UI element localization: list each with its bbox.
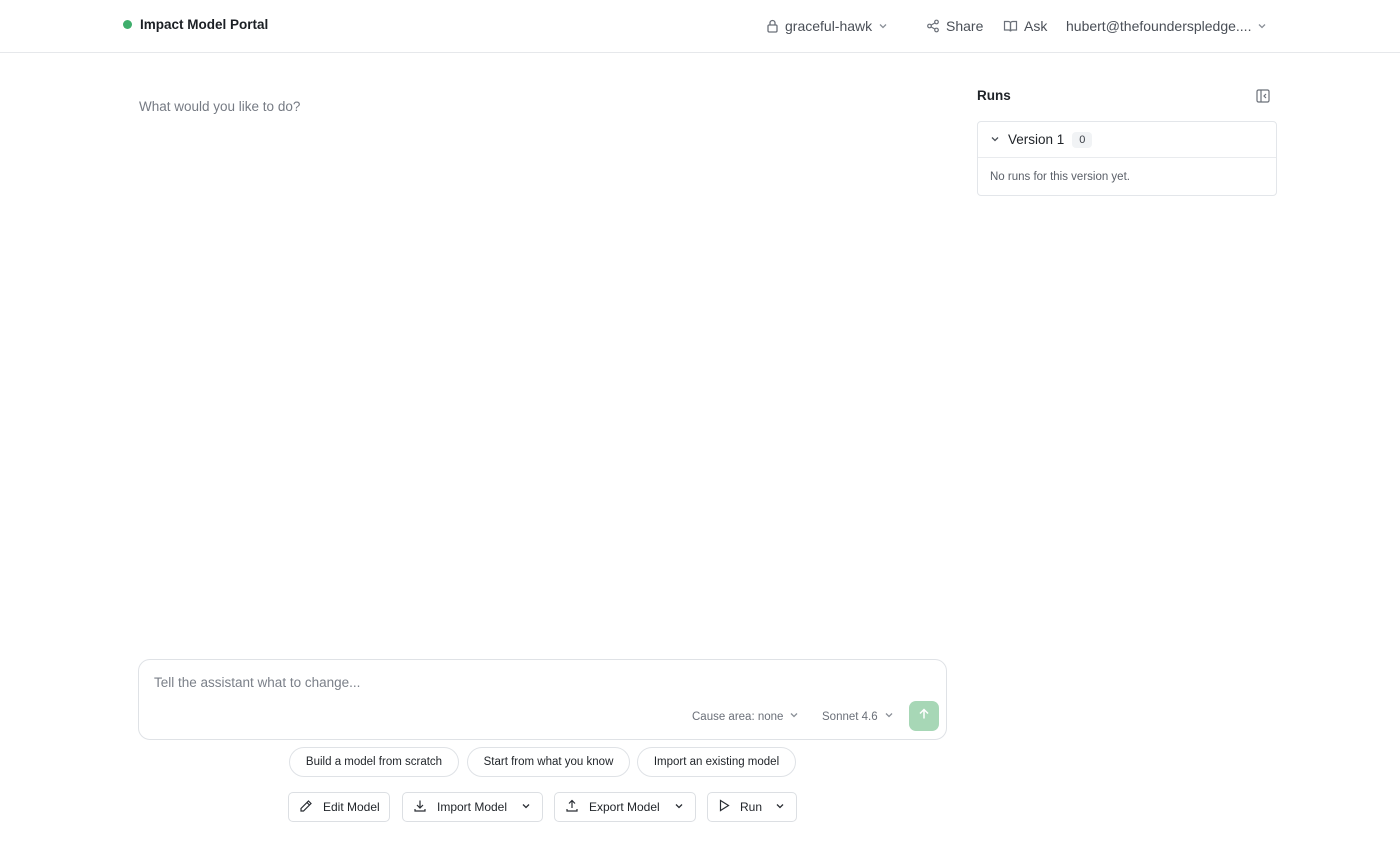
share-button[interactable]: Share — [926, 16, 983, 36]
project-selector[interactable]: graceful-hawk — [766, 16, 888, 36]
top-bar: Impact Model Portal graceful-hawk Share … — [0, 0, 1400, 53]
import-model-label: Import Model — [437, 800, 508, 814]
share-icon — [926, 19, 940, 33]
chevron-down-icon — [521, 800, 531, 814]
run-button[interactable]: Run — [707, 792, 797, 822]
model-label: Sonnet 4.6 — [822, 710, 878, 723]
export-model-label: Export Model — [589, 800, 660, 814]
play-icon — [718, 799, 730, 815]
run-label: Run — [740, 800, 763, 814]
collapse-panel-button[interactable] — [1255, 88, 1271, 104]
chevron-down-icon — [990, 131, 1000, 149]
chevron-down-icon — [884, 710, 894, 723]
suggestion-start-from-known[interactable]: Start from what you know — [467, 747, 630, 777]
suggestion-build-from-scratch[interactable]: Build a model from scratch — [289, 747, 459, 777]
import-model-button[interactable]: Import Model — [402, 792, 543, 822]
composer: Cause area: none Sonnet 4.6 — [138, 659, 947, 740]
status-dot — [123, 20, 132, 29]
arrow-up-icon — [918, 707, 930, 725]
pencil-icon — [299, 799, 313, 816]
lock-icon — [766, 19, 779, 33]
upload-icon — [565, 799, 579, 816]
user-menu[interactable]: hubert@thefounderspledge.... — [1066, 16, 1267, 36]
run-count-badge: 0 — [1072, 131, 1093, 148]
project-name: graceful-hawk — [785, 18, 873, 34]
cause-area-select[interactable]: Cause area: none — [692, 710, 799, 723]
cause-area-label: Cause area: none — [692, 710, 784, 723]
empty-runs-text: No runs for this version yet. — [990, 171, 1130, 183]
version-label: Version 1 — [1008, 132, 1065, 147]
version-card: Version 1 0 No runs for this version yet… — [977, 121, 1277, 196]
sidebar-collapse-icon — [1255, 89, 1271, 108]
app-title: Impact Model Portal — [140, 17, 269, 32]
send-button[interactable] — [909, 701, 939, 731]
app-brand[interactable]: Impact Model Portal — [123, 17, 268, 32]
export-model-button[interactable]: Export Model — [554, 792, 696, 822]
model-select[interactable]: Sonnet 4.6 — [822, 710, 894, 723]
ask-button[interactable]: Ask — [1003, 16, 1047, 36]
book-open-icon — [1003, 19, 1018, 33]
chevron-down-icon — [1257, 21, 1267, 31]
user-email: hubert@thefounderspledge.... — [1066, 18, 1252, 34]
share-label: Share — [946, 18, 984, 34]
version-toggle[interactable]: Version 1 0 — [978, 122, 1276, 158]
download-icon — [413, 799, 427, 816]
message-input[interactable] — [154, 672, 924, 692]
chevron-down-icon — [674, 800, 684, 814]
edit-model-label: Edit Model — [323, 800, 380, 814]
main-heading: What would you like to do? — [139, 99, 301, 114]
chevron-down-icon — [789, 710, 799, 723]
edit-model-button[interactable]: Edit Model — [288, 792, 390, 822]
chevron-down-icon — [775, 800, 785, 814]
suggestion-import-existing[interactable]: Import an existing model — [637, 747, 796, 777]
runs-title: Runs — [977, 88, 1011, 103]
ask-label: Ask — [1024, 18, 1048, 34]
chevron-down-icon — [878, 21, 888, 31]
